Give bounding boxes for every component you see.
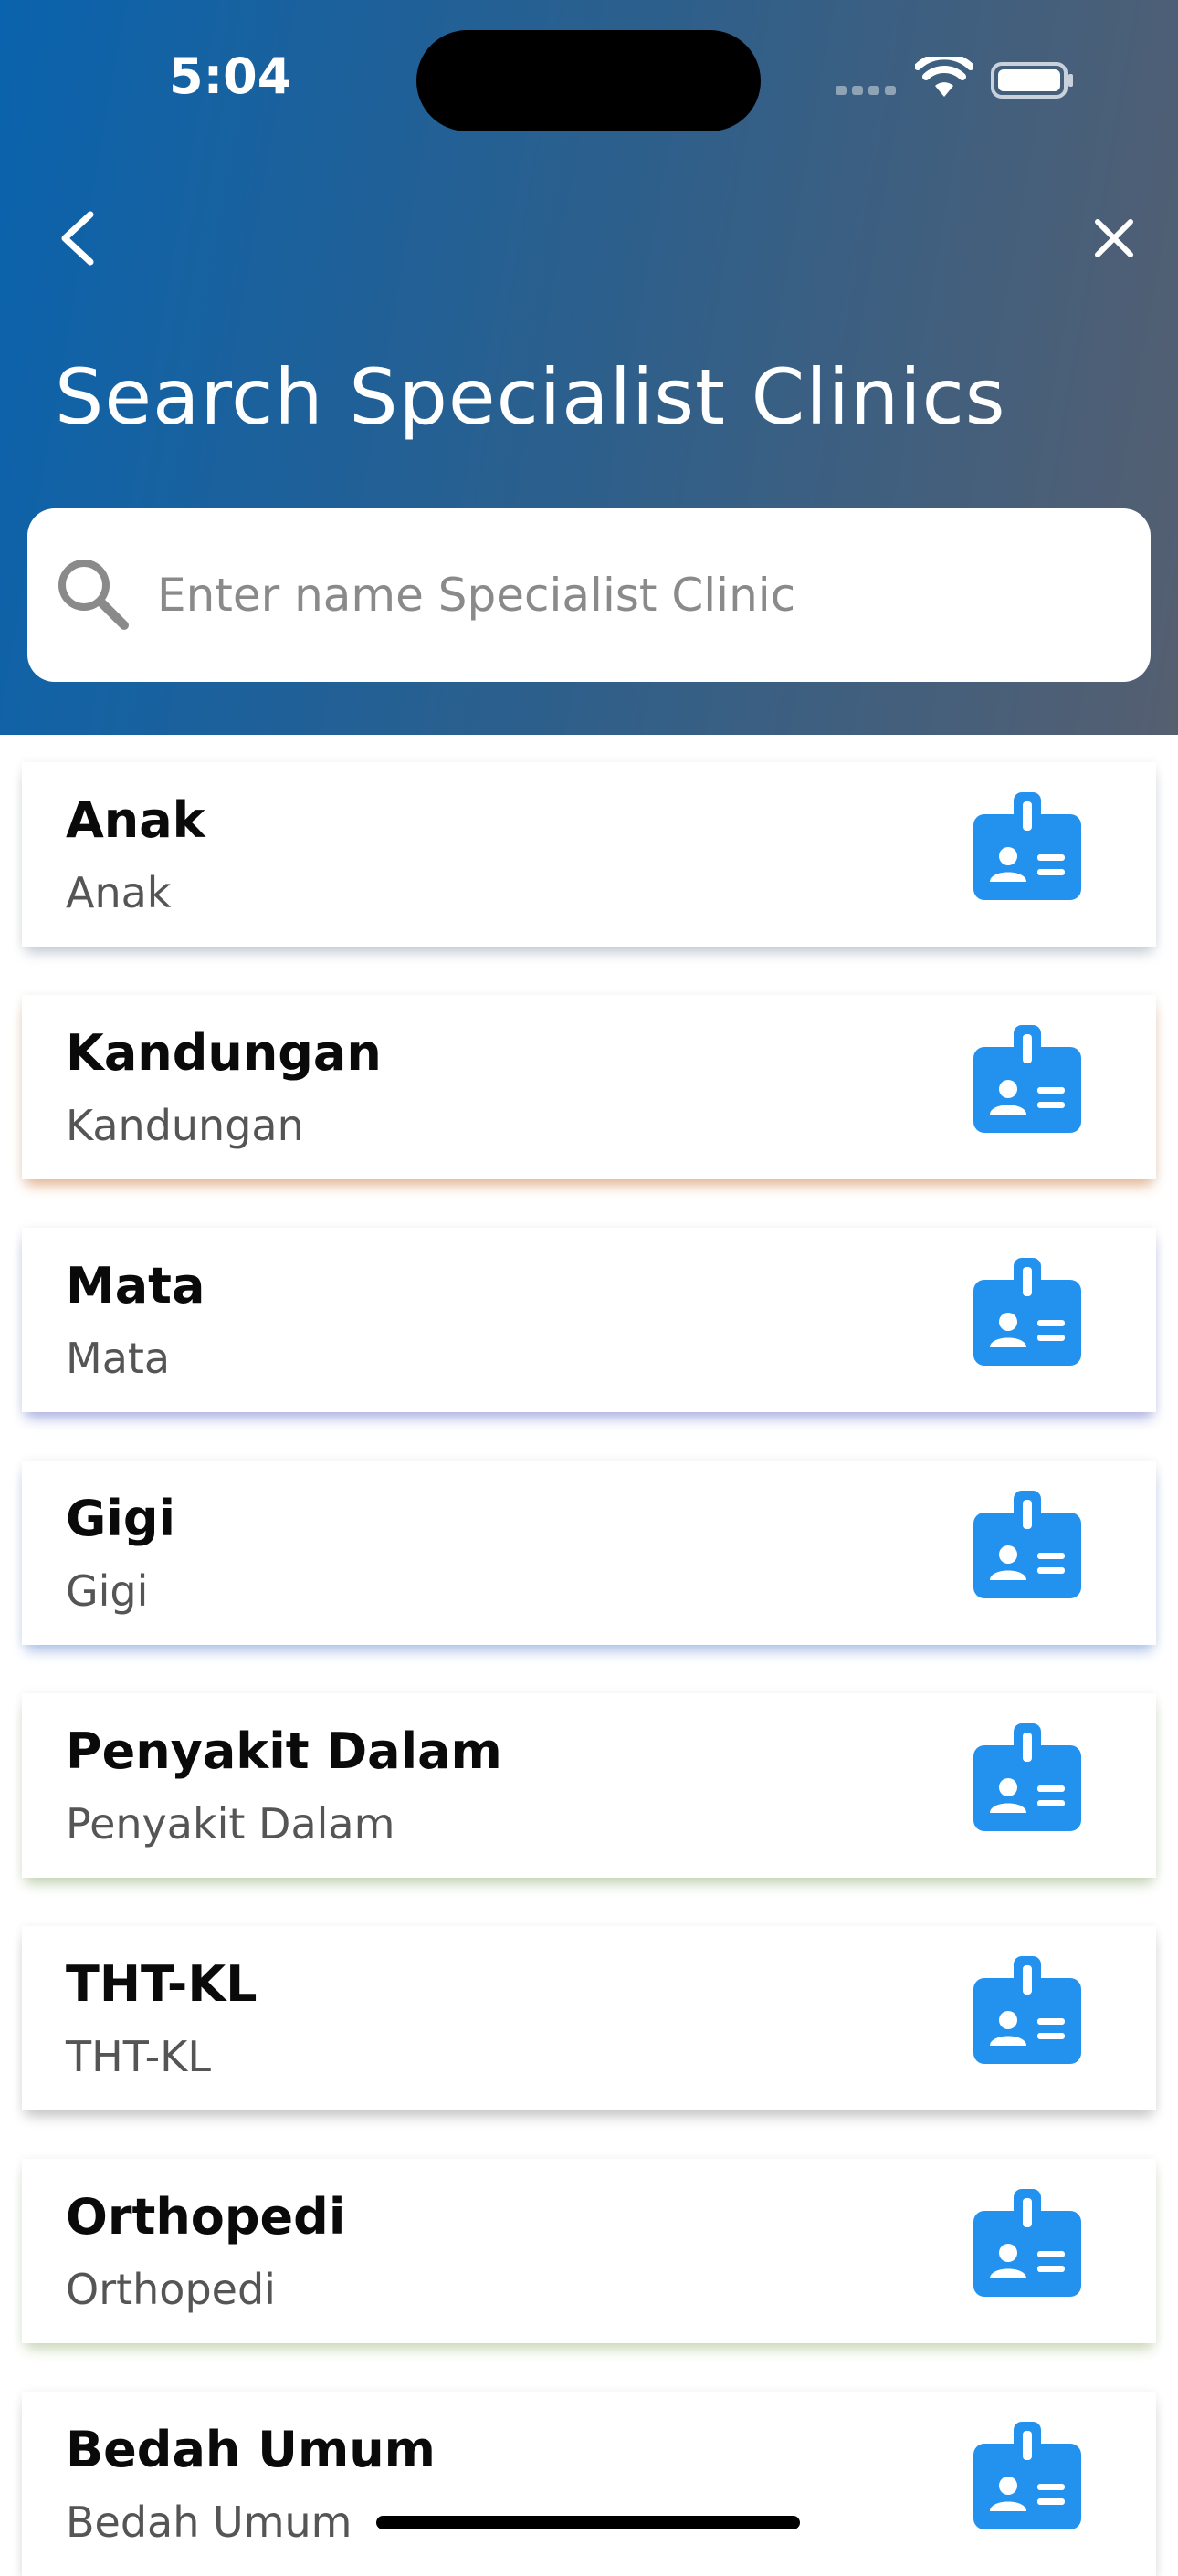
clinic-card[interactable]: Mata Mata — [22, 1228, 1156, 1412]
clinic-subtitle: Gigi — [66, 1566, 149, 1616]
clinic-card[interactable]: Kandungan Kandungan — [22, 995, 1156, 1179]
clinic-subtitle: Bedah Umum — [66, 2497, 352, 2547]
id-badge-icon — [973, 1025, 1081, 1133]
clinic-subtitle: Anak — [66, 868, 172, 917]
clinic-subtitle: THT-KL — [66, 2032, 211, 2081]
status-time: 5:04 — [169, 47, 292, 105]
search-icon — [58, 560, 129, 630]
battery-icon — [991, 62, 1073, 99]
id-badge-icon — [973, 2422, 1081, 2529]
search-box[interactable] — [27, 508, 1151, 682]
home-indicator — [376, 2516, 800, 2529]
search-input[interactable] — [157, 508, 1125, 682]
back-button[interactable] — [37, 197, 119, 279]
header: 5:04 Search Specialist Clinics — [0, 0, 1178, 735]
id-badge-icon — [973, 1258, 1081, 1366]
clinic-card[interactable]: Penyakit Dalam Penyakit Dalam — [22, 1693, 1156, 1878]
clinic-card[interactable]: Anak Anak — [22, 762, 1156, 947]
clinic-name: Bedah Umum — [66, 2421, 436, 2478]
id-badge-icon — [973, 1491, 1081, 1598]
clinic-name: Penyakit Dalam — [66, 1723, 502, 1780]
chevron-left-icon — [61, 211, 94, 266]
clinic-name: Mata — [66, 1257, 205, 1314]
clinic-card[interactable]: Orthopedi Orthopedi — [22, 2159, 1156, 2343]
clinic-name: Gigi — [66, 1490, 175, 1547]
clinic-subtitle: Orthopedi — [66, 2265, 276, 2314]
clinic-name: THT-KL — [66, 1955, 258, 2013]
clinic-card[interactable]: THT-KL THT-KL — [22, 1926, 1156, 2110]
id-badge-icon — [973, 792, 1081, 900]
wifi-icon — [915, 57, 973, 97]
clinic-name: Kandungan — [66, 1024, 382, 1082]
page-title: Search Specialist Clinics — [55, 352, 1006, 442]
clinic-subtitle: Penyakit Dalam — [66, 1799, 395, 1848]
close-icon — [1095, 219, 1133, 257]
id-badge-icon — [973, 1956, 1081, 2064]
id-badge-icon — [973, 2189, 1081, 2297]
clinic-card[interactable]: Gigi Gigi — [22, 1461, 1156, 1645]
clinic-subtitle: Mata — [66, 1334, 171, 1383]
dynamic-island — [416, 30, 761, 131]
id-badge-icon — [973, 1723, 1081, 1831]
clinic-card[interactable]: Bedah Umum Bedah Umum — [22, 2392, 1156, 2576]
close-button[interactable] — [1073, 197, 1155, 279]
clinic-subtitle: Kandungan — [66, 1101, 304, 1150]
clinic-name: Anak — [66, 791, 205, 849]
clinic-name: Orthopedi — [66, 2188, 346, 2246]
